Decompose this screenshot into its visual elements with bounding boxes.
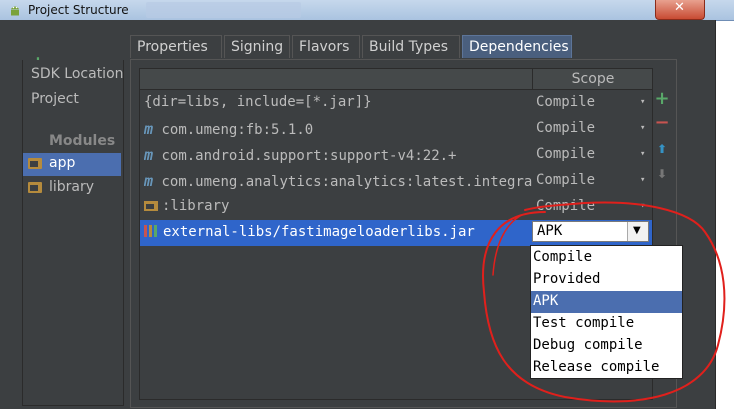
chevron-down-icon: ▾ [640, 97, 646, 107]
sidebar-item-library[interactable]: library [23, 177, 121, 200]
tab-signing[interactable]: Signing [224, 35, 290, 58]
title-bar[interactable]: Project Structure ✕ [0, 0, 734, 21]
scope-option-test-compile[interactable]: Test compile [531, 313, 682, 335]
sidebar: SDK Location Project Modules app library [22, 60, 124, 406]
dependency-name-cell: :library [144, 198, 532, 214]
scope-dropdown-list: Compile Provided APK Test compile Debug … [530, 245, 683, 379]
option-label: Test compile [533, 315, 635, 331]
tab-dependencies[interactable]: Dependencies [462, 35, 572, 58]
move-up-icon[interactable]: ⬆ [652, 142, 672, 156]
module-folder-icon [28, 182, 42, 193]
android-icon [11, 6, 19, 16]
window-title: Project Structure [28, 3, 129, 17]
module-label: app [49, 155, 76, 171]
dependency-name: external-libs/fastimageloaderlibs.jar [163, 224, 475, 240]
module-label: library [49, 179, 95, 195]
module-folder-icon [144, 201, 158, 211]
scope-value: Compile [536, 172, 596, 188]
dependency-name: :library [162, 198, 230, 214]
dependency-name: com.umeng.analytics:analytics:latest.int… [161, 174, 532, 190]
dependency-name-cell: m com.umeng.analytics:analytics:latest.i… [144, 172, 532, 190]
sidebar-item-project[interactable]: Project [31, 91, 79, 107]
option-label: Provided [533, 271, 601, 287]
tab-properties[interactable]: Properties [130, 35, 222, 58]
close-window-button[interactable]: ✕ [655, 0, 705, 20]
chevron-down-icon: ▾ [640, 149, 646, 159]
scope-cell[interactable]: Compile ▾ [536, 120, 652, 136]
table-row[interactable]: m com.android.support:support-v4:22.+ Co… [140, 142, 652, 168]
add-dependency-button[interactable]: + [652, 88, 672, 109]
dependency-name-cell: m com.android.support:support-v4:22.+ [144, 146, 532, 164]
scope-cell[interactable]: Compile ▾ [536, 146, 652, 162]
chevron-down-icon: ▾ [640, 201, 646, 211]
move-down-icon[interactable]: ⬇ [652, 167, 672, 181]
chevron-down-icon: ▾ [640, 123, 646, 133]
tab-build-types[interactable]: Build Types [362, 35, 460, 58]
table-row[interactable]: m com.umeng:fb:5.1.0 Compile ▾ [140, 116, 652, 142]
table-row[interactable]: m com.umeng.analytics:analytics:latest.i… [140, 168, 652, 194]
option-label: Compile [533, 249, 593, 265]
scope-option-apk[interactable]: APK [531, 291, 682, 313]
blurred-editor-tab [146, 2, 301, 18]
module-folder-icon [28, 158, 42, 169]
dependency-name: com.umeng:fb:5.1.0 [161, 122, 314, 138]
scope-value: Compile [536, 146, 596, 162]
dependency-name-cell: external-libs/fastimageloaderlibs.jar [144, 224, 532, 240]
scope-combobox[interactable]: APK ▼ [532, 221, 649, 242]
table-row[interactable]: :library Compile ▾ [140, 194, 652, 220]
remove-dependency-button[interactable]: − [652, 112, 672, 133]
scope-option-provided[interactable]: Provided [531, 269, 682, 291]
scope-option-debug-compile[interactable]: Debug compile [531, 335, 682, 357]
modules-header: Modules [49, 133, 116, 149]
table-row[interactable]: {dir=libs, include=[*.jar]} Compile ▾ [140, 90, 652, 116]
scope-cell[interactable]: Compile ▾ [536, 172, 652, 188]
scope-combobox-value: APK [537, 223, 563, 239]
sidebar-item-sdk-location[interactable]: SDK Location [31, 66, 123, 82]
sidebar-item-app[interactable]: app [23, 153, 121, 176]
option-label: Debug compile [533, 337, 643, 353]
scope-cell[interactable]: Compile ▾ [536, 94, 652, 110]
jar-library-icon [144, 225, 157, 237]
table-header: Scope [140, 69, 652, 90]
dropdown-arrow-icon: ▼ [633, 225, 641, 236]
option-label: APK [533, 293, 559, 309]
dependency-name: com.android.support:support-v4:22.+ [161, 148, 457, 164]
maven-icon: m [144, 146, 154, 164]
chevron-down-icon: ▾ [640, 175, 646, 185]
dependency-name-cell: m com.umeng:fb:5.1.0 [144, 120, 532, 138]
close-icon: ✕ [674, 0, 685, 15]
maven-icon: m [144, 172, 154, 190]
dependency-name: {dir=libs, include=[*.jar]} [144, 94, 372, 110]
scope-value: Compile [536, 120, 596, 136]
scope-combobox-button[interactable]: ▼ [627, 222, 648, 241]
scope-cell[interactable]: Compile ▾ [536, 198, 652, 214]
option-label: Release compile [533, 359, 660, 375]
scope-column-header[interactable]: Scope [532, 69, 652, 89]
tab-flavors[interactable]: Flavors [292, 35, 360, 58]
maven-icon: m [144, 120, 154, 138]
scope-option-release-compile[interactable]: Release compile [531, 357, 682, 379]
scope-option-compile[interactable]: Compile [531, 247, 682, 269]
scope-value: Compile [536, 198, 596, 214]
scope-value: Compile [536, 94, 596, 110]
